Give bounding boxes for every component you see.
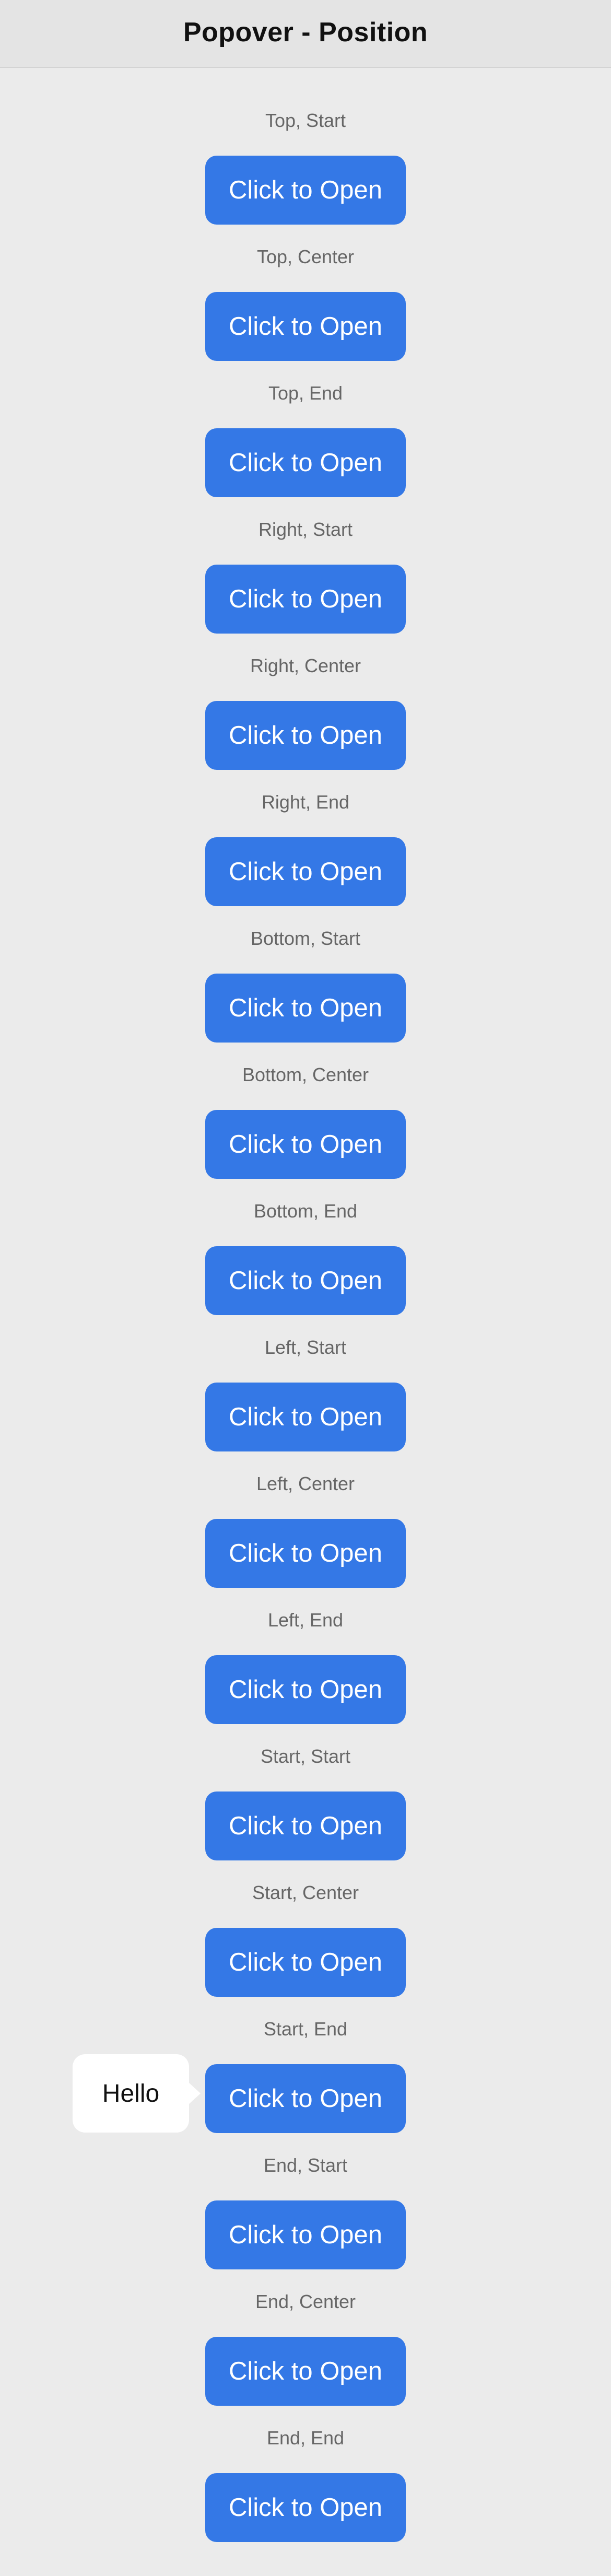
- open-popover-button[interactable]: Click to Open: [205, 1928, 406, 1997]
- open-popover-button[interactable]: Click to Open: [205, 2473, 406, 2542]
- section-label: Right, End: [261, 791, 350, 813]
- open-popover-button[interactable]: Click to Open: [205, 974, 406, 1043]
- top-bar: Popover - Position: [0, 0, 611, 68]
- popover-section: End, Start Click to Open: [0, 2155, 611, 2291]
- section-label: Start, End: [263, 2018, 348, 2040]
- popover-section: Left, Center Click to Open: [0, 1473, 611, 1609]
- section-label: End, Start: [263, 2155, 348, 2176]
- section-label: Top, Start: [265, 110, 346, 131]
- open-popover-button[interactable]: Click to Open: [205, 1110, 406, 1179]
- section-label: Start, Start: [260, 1746, 351, 1767]
- popover-section: End, End Click to Open: [0, 2427, 611, 2563]
- popover-section: Top, End Click to Open: [0, 382, 611, 519]
- section-label: Top, End: [268, 382, 343, 404]
- open-popover-button[interactable]: Click to Open: [205, 156, 406, 225]
- section-label: Left, Center: [256, 1473, 355, 1494]
- open-popover-button[interactable]: Click to Open: [205, 2064, 406, 2133]
- open-popover-button[interactable]: Click to Open: [205, 292, 406, 361]
- open-popover-button[interactable]: Click to Open: [205, 837, 406, 906]
- open-popover-button[interactable]: Click to Open: [205, 2200, 406, 2269]
- popover-section: Right, Center Click to Open: [0, 655, 611, 791]
- page-title: Popover - Position: [183, 17, 428, 48]
- open-popover-button[interactable]: Click to Open: [205, 428, 406, 497]
- popover-section: Start, Center Click to Open: [0, 1882, 611, 2018]
- popover-section: Bottom, End Click to Open: [0, 1200, 611, 1337]
- open-popover-button[interactable]: Click to Open: [205, 1383, 406, 1451]
- popover-section: Start, Start Click to Open: [0, 1746, 611, 1882]
- section-label: Top, Center: [256, 246, 355, 267]
- open-popover-button[interactable]: Click to Open: [205, 701, 406, 770]
- popover-section: Bottom, Start Click to Open: [0, 928, 611, 1064]
- popover-arrow: [188, 2082, 201, 2105]
- popover-section: Left, Start Click to Open: [0, 1337, 611, 1473]
- section-label: Bottom, Center: [242, 1064, 369, 1085]
- open-popover-button[interactable]: Click to Open: [205, 1792, 406, 1860]
- section-label: Bottom, End: [253, 1200, 358, 1222]
- open-popover-button[interactable]: Click to Open: [205, 1519, 406, 1588]
- popover-section: Top, Center Click to Open: [0, 246, 611, 382]
- popover-section: Right, Start Click to Open: [0, 519, 611, 655]
- section-label: Left, End: [267, 1609, 344, 1631]
- popover-section: Left, End Click to Open: [0, 1609, 611, 1746]
- open-popover-button[interactable]: Click to Open: [205, 565, 406, 634]
- popover-section: Top, Start Click to Open: [0, 110, 611, 246]
- popover: Hello: [73, 2054, 201, 2133]
- popover-section: Bottom, Center Click to Open: [0, 1064, 611, 1200]
- open-popover-button[interactable]: Click to Open: [205, 1246, 406, 1315]
- open-popover-button[interactable]: Click to Open: [205, 2337, 406, 2406]
- section-label: End, End: [266, 2427, 345, 2449]
- section-label: Right, Start: [258, 519, 353, 540]
- section-label: Left, Start: [264, 1337, 347, 1358]
- section-label: End, Center: [255, 2291, 356, 2312]
- section-label: Start, Center: [252, 1882, 359, 1903]
- popover-section: Right, End Click to Open: [0, 791, 611, 928]
- section-label: Bottom, Start: [250, 928, 361, 949]
- popover-section: End, Center Click to Open: [0, 2291, 611, 2427]
- section-label: Right, Center: [250, 655, 361, 676]
- open-popover-button[interactable]: Click to Open: [205, 1655, 406, 1724]
- popover-text: Hello: [102, 2079, 160, 2107]
